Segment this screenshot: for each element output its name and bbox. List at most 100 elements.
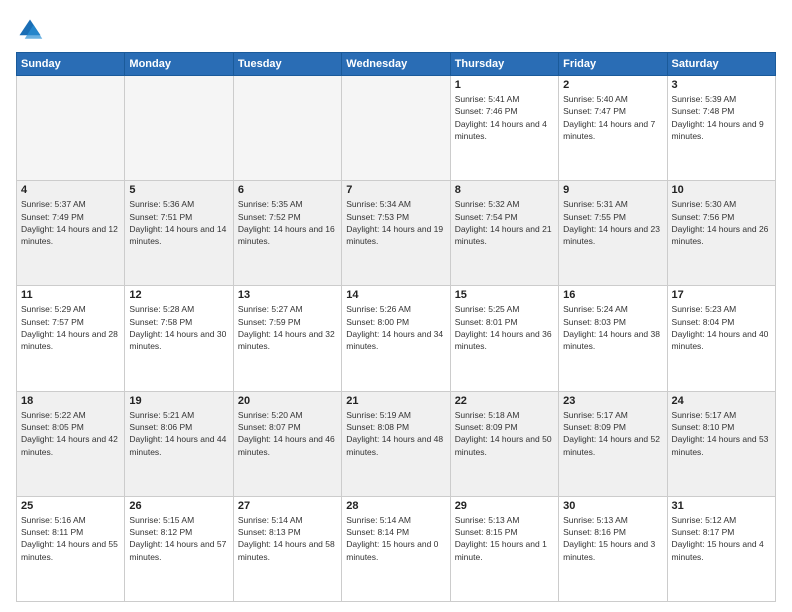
day-number: 2 xyxy=(563,79,662,91)
day-number: 20 xyxy=(238,395,337,407)
calendar-header-row: Sunday Monday Tuesday Wednesday Thursday… xyxy=(17,53,776,76)
day-info: Sunrise: 5:13 AMSunset: 8:16 PMDaylight:… xyxy=(563,514,662,563)
calendar-day-cell: 29Sunrise: 5:13 AMSunset: 8:15 PMDayligh… xyxy=(450,496,558,601)
day-info: Sunrise: 5:24 AMSunset: 8:03 PMDaylight:… xyxy=(563,303,662,352)
calendar-day-cell: 12 Sunrise: 5:28 AMSunset: 7:58 PMDayligh… xyxy=(125,286,233,391)
day-info: Sunrise: 5:16 AMSunset: 8:11 PMDaylight:… xyxy=(21,514,120,563)
day-info: Sunrise: 5:17 AMSunset: 8:09 PMDaylight:… xyxy=(563,409,662,458)
calendar-day-cell: 25 Sunrise: 5:16 AMSunset: 8:11 PMDayligh… xyxy=(17,496,125,601)
day-number: 18 xyxy=(21,395,120,407)
calendar-day-cell: 27 Sunrise: 5:14 AMSunset: 8:13 PMDayligh… xyxy=(233,496,341,601)
day-info: Sunrise: 5:31 AMSunset: 7:55 PMDaylight:… xyxy=(563,198,662,247)
day-number: 5 xyxy=(129,184,228,196)
day-number: 7 xyxy=(346,184,445,196)
calendar-week-row: 1 Sunrise: 5:41 AMSunset: 7:46 PMDaylight… xyxy=(17,76,776,181)
day-info: Sunrise: 5:37 AMSunset: 7:49 PMDaylight:… xyxy=(21,198,120,247)
header xyxy=(16,16,776,44)
calendar-day-cell: 26 Sunrise: 5:15 AMSunset: 8:12 PMDayligh… xyxy=(125,496,233,601)
calendar-day-cell: 1 Sunrise: 5:41 AMSunset: 7:46 PMDaylight… xyxy=(450,76,558,181)
day-number: 6 xyxy=(238,184,337,196)
calendar-day-cell: 23 Sunrise: 5:17 AMSunset: 8:09 PMDayligh… xyxy=(559,391,667,496)
calendar-day-cell: 6 Sunrise: 5:35 AMSunset: 7:52 PMDaylight… xyxy=(233,181,341,286)
day-info: Sunrise: 5:34 AMSunset: 7:53 PMDaylight:… xyxy=(346,198,445,247)
day-info: Sunrise: 5:14 AMSunset: 8:14 PMDaylight:… xyxy=(346,514,445,563)
day-number: 1 xyxy=(455,79,554,91)
day-info: Sunrise: 5:22 AMSunset: 8:05 PMDaylight:… xyxy=(21,409,120,458)
col-monday: Monday xyxy=(125,53,233,76)
calendar-day-cell: 4 Sunrise: 5:37 AMSunset: 7:49 PMDaylight… xyxy=(17,181,125,286)
day-info: Sunrise: 5:27 AMSunset: 7:59 PMDaylight:… xyxy=(238,303,337,352)
calendar-day-cell: 22 Sunrise: 5:18 AMSunset: 8:09 PMDayligh… xyxy=(450,391,558,496)
day-number: 28 xyxy=(346,500,445,512)
calendar-day-cell: 20 Sunrise: 5:20 AMSunset: 8:07 PMDayligh… xyxy=(233,391,341,496)
day-info: Sunrise: 5:28 AMSunset: 7:58 PMDaylight:… xyxy=(129,303,228,352)
day-info: Sunrise: 5:17 AMSunset: 8:10 PMDaylight:… xyxy=(672,409,771,458)
day-number: 13 xyxy=(238,289,337,301)
logo xyxy=(16,16,48,44)
col-friday: Friday xyxy=(559,53,667,76)
day-number: 25 xyxy=(21,500,120,512)
day-number: 17 xyxy=(672,289,771,301)
day-info: Sunrise: 5:35 AMSunset: 7:52 PMDaylight:… xyxy=(238,198,337,247)
calendar-day-cell xyxy=(125,76,233,181)
day-number: 30 xyxy=(563,500,662,512)
day-info: Sunrise: 5:20 AMSunset: 8:07 PMDaylight:… xyxy=(238,409,337,458)
logo-icon xyxy=(16,16,44,44)
day-info: Sunrise: 5:30 AMSunset: 7:56 PMDaylight:… xyxy=(672,198,771,247)
calendar-day-cell xyxy=(17,76,125,181)
day-number: 14 xyxy=(346,289,445,301)
calendar-day-cell: 14 Sunrise: 5:26 AMSunset: 8:00 PMDayligh… xyxy=(342,286,450,391)
day-number: 21 xyxy=(346,395,445,407)
calendar-week-row: 4 Sunrise: 5:37 AMSunset: 7:49 PMDaylight… xyxy=(17,181,776,286)
calendar-day-cell: 30 Sunrise: 5:13 AMSunset: 8:16 PMDayligh… xyxy=(559,496,667,601)
day-info: Sunrise: 5:39 AMSunset: 7:48 PMDaylight:… xyxy=(672,93,771,142)
day-number: 22 xyxy=(455,395,554,407)
calendar-table: Sunday Monday Tuesday Wednesday Thursday… xyxy=(16,52,776,602)
day-info: Sunrise: 5:23 AMSunset: 8:04 PMDaylight:… xyxy=(672,303,771,352)
calendar-day-cell: 8Sunrise: 5:32 AMSunset: 7:54 PMDaylight… xyxy=(450,181,558,286)
calendar-day-cell: 11Sunrise: 5:29 AMSunset: 7:57 PMDayligh… xyxy=(17,286,125,391)
day-info: Sunrise: 5:25 AMSunset: 8:01 PMDaylight:… xyxy=(455,303,554,352)
day-number: 4 xyxy=(21,184,120,196)
day-number: 23 xyxy=(563,395,662,407)
calendar-day-cell: 3 Sunrise: 5:39 AMSunset: 7:48 PMDaylight… xyxy=(667,76,775,181)
day-info: Sunrise: 5:29 AMSunset: 7:57 PMDaylight:… xyxy=(21,303,120,352)
day-info: Sunrise: 5:32 AMSunset: 7:54 PMDaylight:… xyxy=(455,198,554,247)
day-info: Sunrise: 5:26 AMSunset: 8:00 PMDaylight:… xyxy=(346,303,445,352)
day-number: 26 xyxy=(129,500,228,512)
day-info: Sunrise: 5:14 AMSunset: 8:13 PMDaylight:… xyxy=(238,514,337,563)
day-number: 10 xyxy=(672,184,771,196)
calendar-week-row: 11Sunrise: 5:29 AMSunset: 7:57 PMDayligh… xyxy=(17,286,776,391)
calendar-day-cell: 2 Sunrise: 5:40 AMSunset: 7:47 PMDaylight… xyxy=(559,76,667,181)
day-info: Sunrise: 5:21 AMSunset: 8:06 PMDaylight:… xyxy=(129,409,228,458)
day-info: Sunrise: 5:36 AMSunset: 7:51 PMDaylight:… xyxy=(129,198,228,247)
calendar-day-cell: 5 Sunrise: 5:36 AMSunset: 7:51 PMDaylight… xyxy=(125,181,233,286)
calendar-day-cell: 16Sunrise: 5:24 AMSunset: 8:03 PMDayligh… xyxy=(559,286,667,391)
col-saturday: Saturday xyxy=(667,53,775,76)
calendar-day-cell: 31Sunrise: 5:12 AMSunset: 8:17 PMDayligh… xyxy=(667,496,775,601)
day-info: Sunrise: 5:18 AMSunset: 8:09 PMDaylight:… xyxy=(455,409,554,458)
day-info: Sunrise: 5:40 AMSunset: 7:47 PMDaylight:… xyxy=(563,93,662,142)
day-info: Sunrise: 5:41 AMSunset: 7:46 PMDaylight:… xyxy=(455,93,554,142)
calendar-day-cell xyxy=(342,76,450,181)
day-number: 27 xyxy=(238,500,337,512)
day-info: Sunrise: 5:15 AMSunset: 8:12 PMDaylight:… xyxy=(129,514,228,563)
calendar-day-cell: 7 Sunrise: 5:34 AMSunset: 7:53 PMDaylight… xyxy=(342,181,450,286)
day-number: 31 xyxy=(672,500,771,512)
col-sunday: Sunday xyxy=(17,53,125,76)
day-number: 12 xyxy=(129,289,228,301)
day-number: 3 xyxy=(672,79,771,91)
day-number: 19 xyxy=(129,395,228,407)
col-wednesday: Wednesday xyxy=(342,53,450,76)
calendar-week-row: 25 Sunrise: 5:16 AMSunset: 8:11 PMDayligh… xyxy=(17,496,776,601)
calendar-day-cell: 9 Sunrise: 5:31 AMSunset: 7:55 PMDaylight… xyxy=(559,181,667,286)
day-number: 24 xyxy=(672,395,771,407)
calendar-day-cell: 10 Sunrise: 5:30 AMSunset: 7:56 PMDayligh… xyxy=(667,181,775,286)
calendar-day-cell: 28 Sunrise: 5:14 AMSunset: 8:14 PMDayligh… xyxy=(342,496,450,601)
day-number: 15 xyxy=(455,289,554,301)
page: Sunday Monday Tuesday Wednesday Thursday… xyxy=(0,0,792,612)
calendar-day-cell: 15 Sunrise: 5:25 AMSunset: 8:01 PMDayligh… xyxy=(450,286,558,391)
day-number: 9 xyxy=(563,184,662,196)
col-tuesday: Tuesday xyxy=(233,53,341,76)
calendar-day-cell: 17 Sunrise: 5:23 AMSunset: 8:04 PMDayligh… xyxy=(667,286,775,391)
